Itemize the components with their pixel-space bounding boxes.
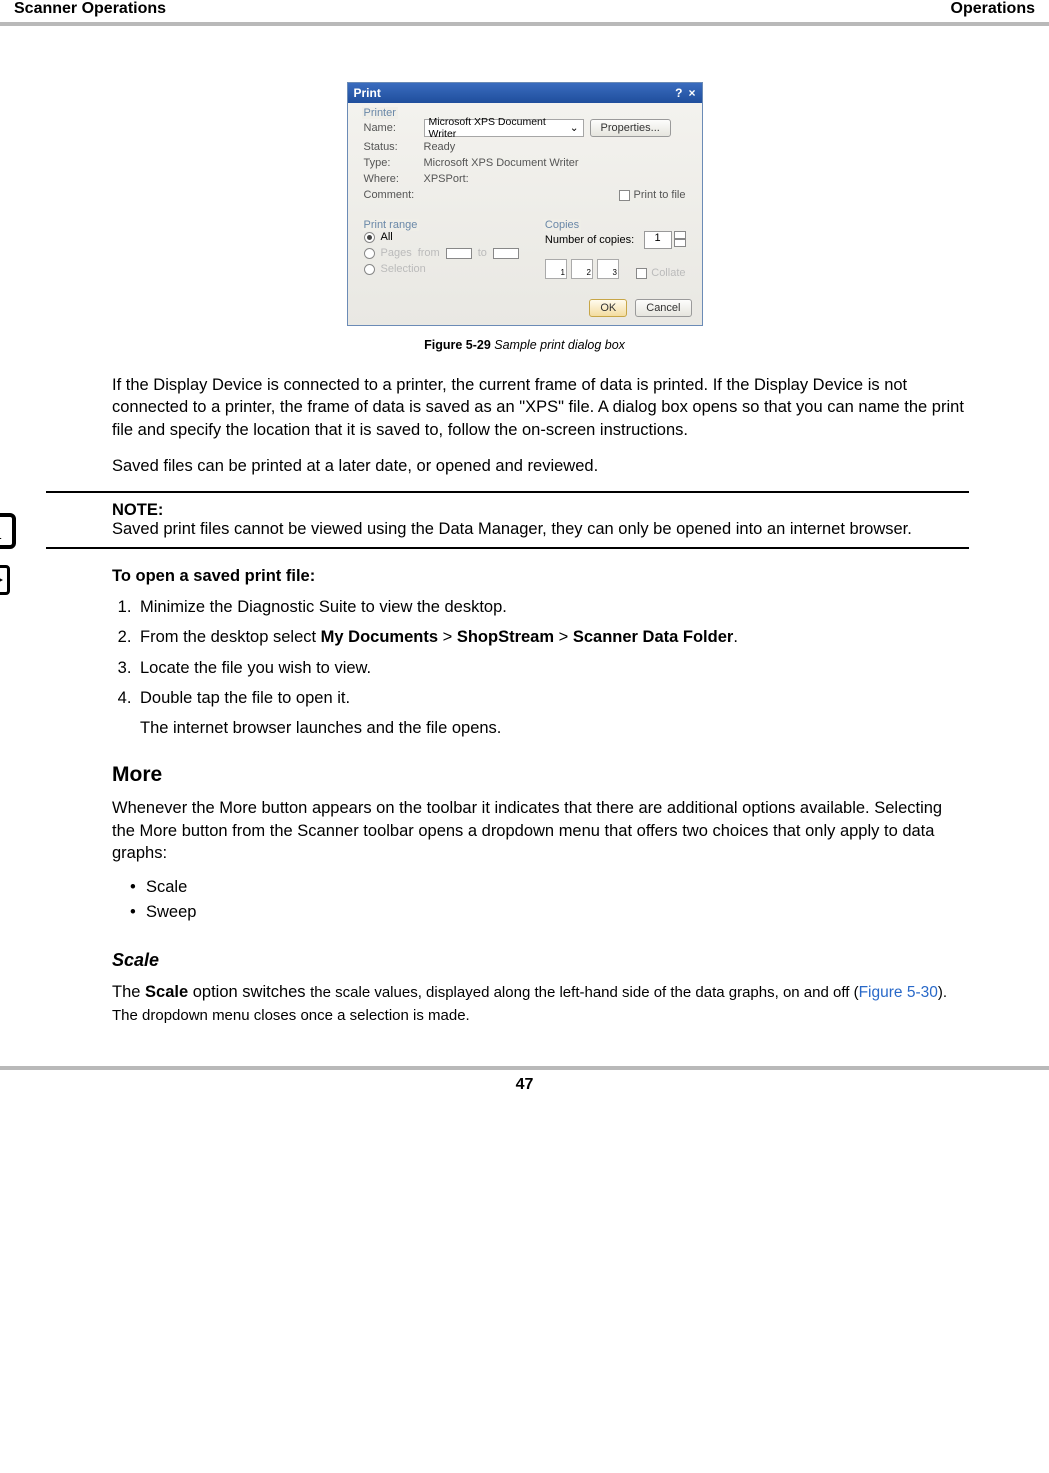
radio-pages: Pages from to bbox=[364, 247, 519, 259]
status-label: Status: bbox=[364, 141, 418, 153]
figure-caption: Figure 5-29 Sample print dialog box bbox=[50, 338, 999, 352]
num-copies-label: Number of copies: bbox=[545, 234, 634, 246]
radio-icon bbox=[364, 264, 375, 275]
spinner-down-icon[interactable] bbox=[674, 239, 686, 247]
checkbox-icon bbox=[619, 190, 630, 201]
header-right: Operations bbox=[951, 0, 1035, 18]
radio-all[interactable]: All bbox=[364, 231, 519, 243]
type-value: Microsoft XPS Document Writer bbox=[424, 157, 579, 169]
spinner-up-icon[interactable] bbox=[674, 231, 686, 239]
radio-selection: Selection bbox=[364, 263, 519, 275]
chevron-down-icon: ⌄ bbox=[570, 122, 579, 134]
more-heading: More bbox=[112, 763, 969, 787]
list-item: From the desktop select My Documents > S… bbox=[136, 626, 969, 648]
name-label: Name: bbox=[364, 122, 418, 134]
body-paragraph: The Scale option switches the scale valu… bbox=[112, 981, 969, 1026]
from-input bbox=[446, 248, 472, 259]
collate-icon: 3 bbox=[597, 259, 619, 279]
note-title: NOTE: bbox=[112, 501, 163, 519]
header-left: Scanner Operations bbox=[14, 0, 166, 18]
list-item: Sweep bbox=[130, 903, 969, 922]
copies-input[interactable]: 1 bbox=[644, 231, 672, 249]
dialog-title: Print bbox=[354, 86, 381, 100]
body-paragraph: Whenever the More button appears on the … bbox=[112, 797, 969, 864]
info-icon: i bbox=[0, 513, 16, 549]
copies-fieldset: Copies Number of copies: 1 bbox=[537, 221, 694, 293]
scale-heading: Scale bbox=[112, 950, 969, 971]
cancel-button[interactable]: Cancel bbox=[635, 299, 691, 317]
list-item-sub: The internet browser launches and the fi… bbox=[140, 717, 969, 739]
page-number: 47 bbox=[0, 1076, 1049, 1094]
printer-name-value: Microsoft XPS Document Writer bbox=[429, 116, 570, 140]
procedure-title: To open a saved print file: bbox=[112, 567, 969, 586]
type-label: Type: bbox=[364, 157, 418, 169]
printer-name-select[interactable]: Microsoft XPS Document Writer ⌄ bbox=[424, 119, 584, 137]
radio-icon bbox=[364, 232, 375, 243]
printer-legend: Printer bbox=[362, 107, 398, 119]
list-item: Scale bbox=[130, 878, 969, 897]
play-icon bbox=[0, 565, 10, 595]
list-item: Double tap the file to open it. The inte… bbox=[136, 687, 969, 740]
page-header: Scanner Operations Operations bbox=[0, 0, 1049, 18]
properties-button[interactable]: Properties... bbox=[590, 119, 671, 137]
note-body: Saved print files cannot be viewed using… bbox=[112, 520, 969, 539]
procedure-block: To open a saved print file: Minimize the… bbox=[46, 567, 969, 739]
figure-reference-link[interactable]: Figure 5-30 bbox=[859, 984, 938, 1001]
close-icon[interactable]: × bbox=[688, 86, 695, 100]
list-item: Locate the file you wish to view. bbox=[136, 657, 969, 679]
collate-icon: 2 bbox=[571, 259, 593, 279]
list-item: Minimize the Diagnostic Suite to view th… bbox=[136, 596, 969, 618]
ok-button[interactable]: OK bbox=[589, 299, 627, 317]
radio-icon bbox=[364, 248, 375, 259]
range-legend: Print range bbox=[362, 219, 420, 231]
printer-fieldset: Printer Name: Microsoft XPS Document Wri… bbox=[356, 109, 694, 215]
print-dialog: Print ? × Printer Name: Microsoft XPS Do… bbox=[347, 82, 703, 326]
comment-label: Comment: bbox=[364, 189, 415, 201]
to-input bbox=[493, 248, 519, 259]
copies-legend: Copies bbox=[543, 219, 581, 231]
note-block: i NOTE: Saved print files cannot be view… bbox=[46, 491, 969, 549]
where-label: Where: bbox=[364, 173, 418, 185]
body-paragraph: If the Display Device is connected to a … bbox=[112, 374, 969, 441]
where-value: XPSPort: bbox=[424, 173, 469, 185]
help-icon[interactable]: ? bbox=[675, 86, 682, 100]
dialog-titlebar: Print ? × bbox=[348, 83, 702, 103]
collate-icon: 1 bbox=[545, 259, 567, 279]
checkbox-icon bbox=[636, 268, 647, 279]
print-to-file-checkbox[interactable]: Print to file bbox=[619, 189, 686, 201]
body-paragraph: Saved files can be printed at a later da… bbox=[112, 455, 969, 477]
print-range-fieldset: Print range All Pages from to Selection bbox=[356, 221, 527, 293]
status-value: Ready bbox=[424, 141, 456, 153]
collate-checkbox: Collate bbox=[636, 267, 685, 279]
footer-rule bbox=[0, 1066, 1049, 1070]
header-rule bbox=[0, 22, 1049, 26]
